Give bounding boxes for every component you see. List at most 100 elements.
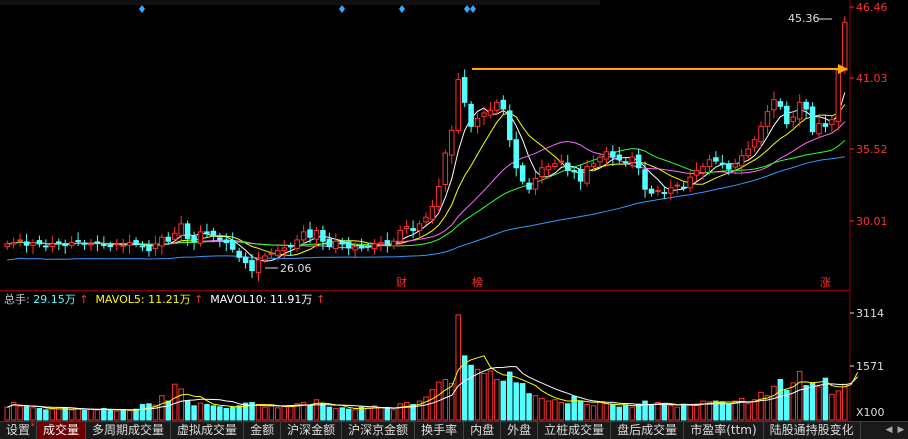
candle-body bbox=[107, 244, 114, 248]
candle-body bbox=[210, 230, 217, 237]
candle-body bbox=[268, 252, 275, 255]
volume-bar bbox=[622, 404, 629, 421]
candle-body bbox=[726, 163, 732, 170]
candle-body bbox=[365, 245, 371, 248]
volume-bar bbox=[829, 393, 835, 421]
volume-bar bbox=[352, 409, 358, 421]
chart-annotations: 45.36 26.06 财 榜 涨 bbox=[139, 5, 848, 289]
tab-virtual-volume[interactable]: 虚拟成交量 bbox=[171, 422, 245, 439]
marker-zhang[interactable]: 涨 bbox=[820, 276, 831, 289]
volume-bar bbox=[526, 393, 532, 421]
candle-body bbox=[178, 223, 184, 236]
chart-grid bbox=[0, 0, 854, 421]
tab-volume[interactable]: 成交量 bbox=[37, 422, 87, 439]
volume-bar bbox=[519, 383, 526, 421]
marker-bang[interactable]: 榜 bbox=[472, 275, 483, 289]
volume-bar bbox=[333, 408, 339, 421]
candle-body bbox=[159, 236, 165, 247]
price-tick-46.46: 46.46 bbox=[856, 1, 888, 14]
candle-body bbox=[403, 226, 410, 230]
tab-outer[interactable]: 外盘 bbox=[501, 422, 539, 439]
candle-body bbox=[513, 139, 519, 169]
candle-body bbox=[307, 229, 313, 238]
candle-body bbox=[139, 245, 146, 248]
volume-bar bbox=[545, 400, 552, 421]
moving-average-lines bbox=[7, 92, 846, 262]
candle-body bbox=[610, 151, 616, 158]
candle-body bbox=[674, 184, 681, 187]
volume-bar bbox=[165, 400, 172, 421]
volume-bar bbox=[571, 395, 577, 421]
scroll-right-icon[interactable]: ▶ bbox=[896, 424, 906, 436]
tab-after-hours-volume[interactable]: 盘后成交量 bbox=[611, 422, 685, 439]
tab-scroll-arrows: ◀ ▶ bbox=[884, 424, 906, 436]
volume-bar bbox=[326, 406, 333, 421]
price-tick-41.03: 41.03 bbox=[856, 72, 888, 85]
candle-body bbox=[597, 156, 603, 163]
tab-multi-period-volume[interactable]: 多周期成交量 bbox=[86, 422, 172, 439]
ma30-line bbox=[7, 140, 846, 247]
candle-body bbox=[436, 185, 442, 208]
volume-bar bbox=[107, 409, 114, 421]
volume-bar bbox=[590, 405, 597, 421]
candle-body bbox=[371, 243, 378, 250]
volume-bars bbox=[4, 314, 848, 421]
volume-bar bbox=[397, 403, 403, 421]
candle-body bbox=[590, 163, 597, 167]
scroll-left-icon[interactable]: ◀ bbox=[884, 424, 894, 436]
candle-body bbox=[539, 167, 545, 177]
volume-bar bbox=[532, 395, 539, 421]
candle-body bbox=[133, 240, 139, 245]
candle-body bbox=[313, 230, 320, 240]
candle-body bbox=[455, 79, 461, 131]
mavol10-value: 11.91万 bbox=[269, 293, 313, 306]
kline-chart[interactable]: 46.46 41.03 35.52 30.01 3114 1571 X100 4… bbox=[0, 0, 908, 421]
candle-body bbox=[410, 228, 416, 232]
candle-body bbox=[842, 22, 848, 71]
tab-amount[interactable]: 金额 bbox=[244, 422, 282, 439]
tab-pile-volume[interactable]: 立桩成交量 bbox=[538, 422, 612, 439]
volume-bar bbox=[88, 408, 94, 421]
candle-body bbox=[584, 165, 590, 184]
volume-bar bbox=[223, 408, 230, 421]
candle-body bbox=[236, 250, 242, 258]
volume-bar bbox=[468, 364, 474, 421]
tab-settings[interactable]: 设置 * bbox=[0, 422, 38, 439]
volume-bar bbox=[745, 403, 751, 421]
volume-bar bbox=[642, 400, 648, 421]
candle-body bbox=[552, 163, 558, 167]
mavol10-label: MAVOL10: bbox=[210, 293, 267, 306]
candle-body bbox=[49, 243, 56, 248]
tab-turnover[interactable]: 换手率 bbox=[415, 422, 465, 439]
volume-bar bbox=[693, 404, 700, 421]
mavol5-arrow: ↑ bbox=[194, 293, 204, 306]
price-tick-30.01: 30.01 bbox=[856, 215, 888, 228]
volume-bar bbox=[487, 370, 494, 421]
candle-body bbox=[62, 244, 68, 247]
tab-northbound-change[interactable]: 陆股通持股变化 bbox=[764, 422, 861, 439]
candle-body bbox=[358, 246, 365, 249]
candle-body bbox=[758, 125, 764, 143]
candle-body bbox=[784, 105, 790, 125]
candle-body bbox=[751, 139, 758, 148]
volume-bar bbox=[56, 408, 62, 421]
candle-body bbox=[629, 156, 635, 163]
volume-bar bbox=[391, 409, 397, 421]
tab-inner[interactable]: 内盘 bbox=[464, 422, 502, 439]
volume-bar bbox=[835, 390, 842, 421]
volume-bar bbox=[101, 408, 107, 421]
tab-pe-ttm[interactable]: 市盈率(ttm) bbox=[684, 422, 764, 439]
tab-hsj-amount[interactable]: 沪深京金额 bbox=[342, 422, 416, 439]
candle-body bbox=[165, 236, 172, 242]
tab-hs-amount[interactable]: 沪深金额 bbox=[281, 422, 343, 439]
indicator-title-bar bbox=[0, 0, 600, 5]
candle-body bbox=[242, 256, 249, 264]
volume-bar bbox=[210, 405, 217, 421]
candle-body bbox=[545, 165, 552, 171]
candle-body bbox=[616, 154, 623, 161]
volume-bar bbox=[49, 408, 56, 421]
volume-bar bbox=[771, 385, 777, 421]
volume-bar bbox=[790, 382, 796, 421]
candle-body bbox=[732, 163, 739, 168]
marker-cai[interactable]: 财 bbox=[396, 275, 407, 289]
